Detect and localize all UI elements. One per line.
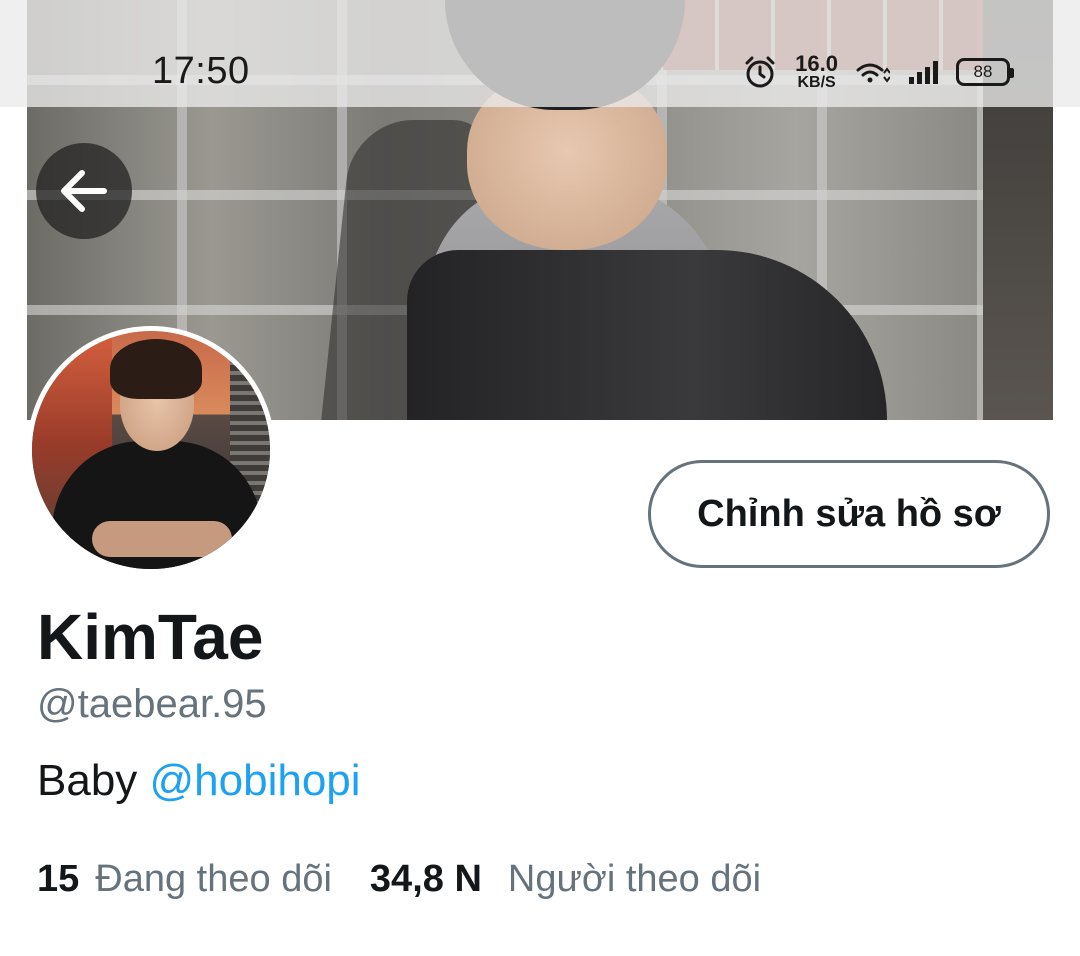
back-button[interactable] xyxy=(36,143,132,239)
status-icons: 16.0 KB/S 88 xyxy=(743,50,1014,94)
following-label: Đang theo dõi xyxy=(95,858,332,900)
banner-person-jacket xyxy=(407,250,887,420)
followers-label: Người theo dõi xyxy=(507,858,762,900)
profile-screen: 17:50 16.0 KB/S 88 Chỉnh sửa hồ sơ KimTa… xyxy=(0,0,1080,956)
followers-count: 34,8 N xyxy=(369,858,482,900)
bio-text: Baby xyxy=(37,756,150,805)
following-stat[interactable]: 15 Đang theo dõi xyxy=(37,858,332,901)
edit-profile-button[interactable]: Chỉnh sửa hồ sơ xyxy=(648,460,1050,568)
username: @taebear.95 xyxy=(37,682,267,726)
wifi-icon xyxy=(856,63,890,83)
follow-stats: 15 Đang theo dõi 34,8 N Người theo dõi xyxy=(37,858,761,901)
network-speed: 16.0 KB/S xyxy=(795,53,838,91)
bio-mention-link[interactable]: @hobihopi xyxy=(150,756,361,805)
arrow-left-icon xyxy=(61,170,107,212)
avatar-arms xyxy=(92,521,232,557)
status-time: 17:50 xyxy=(152,50,250,92)
alarm-icon xyxy=(745,56,775,88)
network-speed-unit: KB/S xyxy=(797,74,836,91)
avatar[interactable] xyxy=(27,326,275,574)
bio: Baby @hobihopi xyxy=(37,756,361,806)
followers-stat[interactable]: 34,8 N Người theo dõi xyxy=(370,858,761,901)
avatar-hair xyxy=(110,339,202,399)
battery-icon: 88 xyxy=(956,58,1014,86)
signal-icon xyxy=(909,61,938,84)
following-count: 15 xyxy=(37,858,80,900)
status-bar: 17:50 16.0 KB/S 88 xyxy=(0,0,1080,107)
display-name: KimTae xyxy=(37,601,264,673)
network-speed-value: 16.0 xyxy=(795,51,838,76)
